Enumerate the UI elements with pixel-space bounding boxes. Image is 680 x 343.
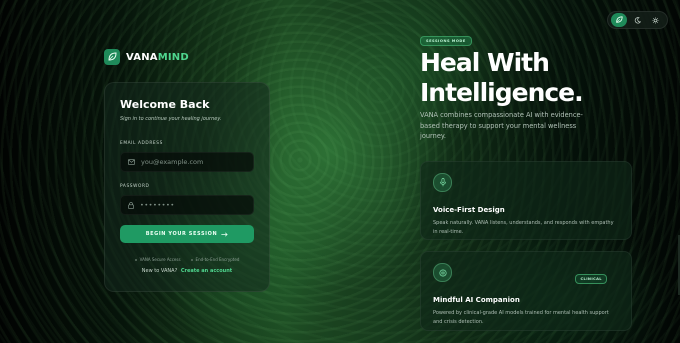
feature-icon-wrap xyxy=(433,173,452,192)
brand-name: VANAMIND xyxy=(126,52,189,63)
mail-icon xyxy=(128,159,135,165)
theme-toggle[interactable] xyxy=(607,11,668,29)
new-user-prompt: New to VANA? Create an account xyxy=(120,268,254,274)
security-badges: VANA Secure Access End-to-End Encrypted xyxy=(120,257,254,262)
brand: VANAMIND xyxy=(104,49,189,65)
login-card: Welcome Back Sign in to continue your he… xyxy=(104,82,270,292)
headline-line-2: Intelligence. xyxy=(420,78,584,107)
feature-title: Mindful AI Companion xyxy=(433,296,520,304)
encrypted-badge: End-to-End Encrypted xyxy=(190,257,240,262)
feature-title: Voice-First Design xyxy=(433,206,505,214)
feature-card-voice: Voice-First Design Speak naturally. VANA… xyxy=(420,161,632,240)
lock-icon xyxy=(128,201,134,209)
brain-icon xyxy=(438,268,447,277)
secure-access-badge: VANA Secure Access xyxy=(134,257,181,262)
password-label: PASSWORD xyxy=(120,184,150,189)
new-user-text: New to VANA? xyxy=(141,268,178,274)
arrow-right-icon xyxy=(221,231,228,237)
brand-logo xyxy=(104,49,120,65)
dark-theme-button[interactable] xyxy=(629,13,645,27)
create-account-link[interactable]: Create an account xyxy=(181,268,232,274)
hero-headline: Heal With Intelligence. xyxy=(420,48,660,108)
encrypted-text: End-to-End Encrypted xyxy=(195,257,240,262)
mode-pill: SESSIONS MODE xyxy=(420,36,472,46)
leaf-icon xyxy=(108,52,117,61)
brand-name-accent: MIND xyxy=(157,51,189,63)
password-field[interactable]: •••••••• xyxy=(120,195,254,215)
email-field[interactable]: you@example.com xyxy=(120,152,254,172)
feature-card-ai: CLINICAL Mindful AI Companion Powered by… xyxy=(420,251,632,331)
email-label: EMAIL ADDRESS xyxy=(120,141,163,146)
login-title: Welcome Back xyxy=(120,98,210,111)
login-subtitle: Sign in to continue your healing journey… xyxy=(120,116,222,122)
clinical-badge: CLINICAL xyxy=(575,274,607,284)
password-placeholder: •••••••• xyxy=(140,201,175,209)
headline-line-1: Heal With xyxy=(420,48,550,77)
feature-text: Speak naturally. VANA listens, understan… xyxy=(433,220,614,235)
secure-access-text: VANA Secure Access xyxy=(139,257,181,262)
light-theme-button[interactable] xyxy=(648,13,664,27)
moon-icon xyxy=(634,16,641,23)
sun-icon xyxy=(652,16,659,24)
begin-session-label: BEGIN YOUR SESSION xyxy=(145,231,218,237)
brand-name-main: VANA xyxy=(126,51,158,63)
feature-text: Powered by clinical-grade AI models trai… xyxy=(433,310,609,325)
begin-session-button[interactable]: BEGIN YOUR SESSION xyxy=(120,225,254,243)
leaf-icon xyxy=(616,16,623,23)
feature-icon-wrap xyxy=(433,263,452,282)
email-placeholder: you@example.com xyxy=(141,158,204,166)
leaf-theme-button[interactable] xyxy=(611,13,628,27)
microphone-icon xyxy=(439,178,446,187)
hero-description: VANA combines compassionate AI with evid… xyxy=(420,111,583,140)
